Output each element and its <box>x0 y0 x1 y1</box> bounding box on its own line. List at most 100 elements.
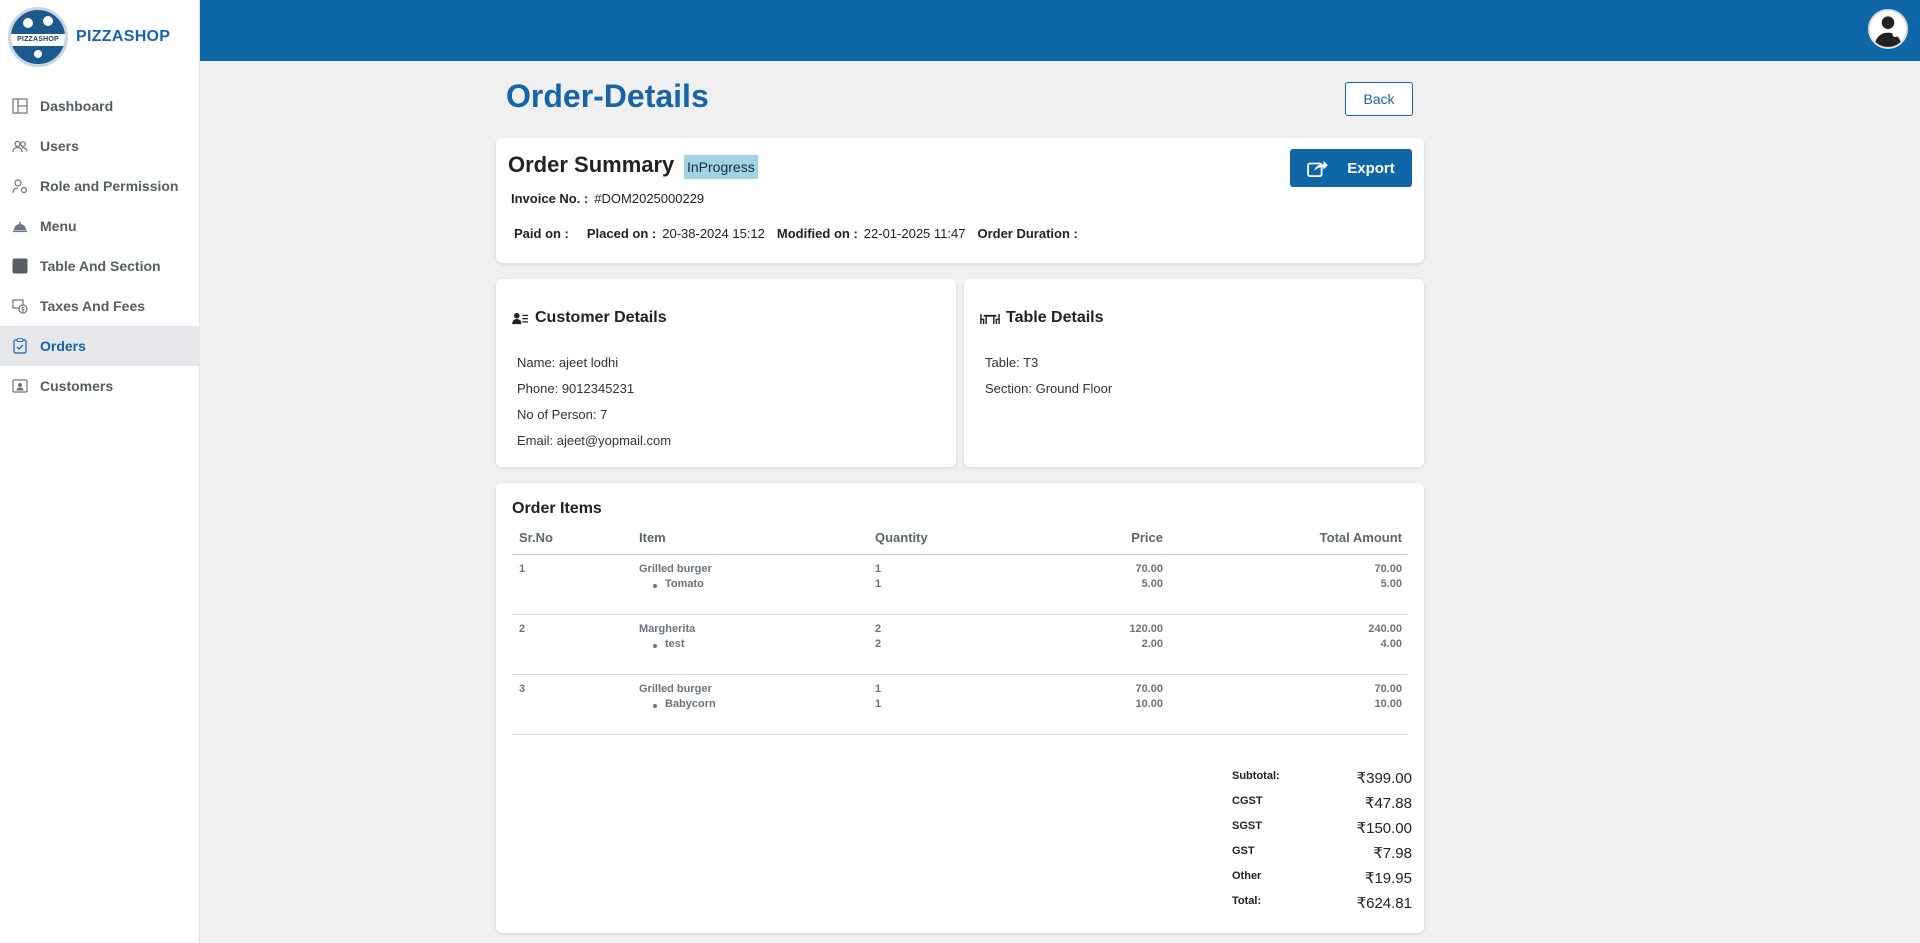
sidebar-nav: Dashboard Users Role and Permission Menu… <box>0 86 199 406</box>
sidebar-item-customers[interactable]: Customers <box>0 366 199 406</box>
total-cell: 70.00 10.00 <box>1163 674 1408 735</box>
quantity-cell: 11 <box>875 674 1035 735</box>
customer-name: Name: ajeet lodhi <box>517 355 619 370</box>
customer-card-icon <box>12 378 28 394</box>
sidebar-item-label: Role and Permission <box>40 178 179 194</box>
back-button[interactable]: Back <box>1345 82 1413 116</box>
modifier-name: Tomato <box>639 578 875 590</box>
item-price: 120.00 <box>1129 622 1163 635</box>
modifier-total: 5.00 <box>1380 577 1402 590</box>
sgst-value: ₹150.00 <box>1356 820 1412 837</box>
modified-on: Modified on : 22-01-2025 11:47 <box>777 226 966 241</box>
other-row: Other ₹19.95 <box>1232 869 1412 894</box>
customer-details-title: Customer Details <box>535 309 667 326</box>
brand[interactable]: PIZZASHOP PIZZASHOP <box>0 0 199 74</box>
col-quantity: Quantity <box>875 530 1035 555</box>
sidebar-item-role-and-permission[interactable]: Role and Permission <box>0 166 199 206</box>
role-permission-icon <box>12 178 28 194</box>
export-label: Export <box>1347 159 1395 177</box>
col-price: Price <box>1035 530 1163 555</box>
avatar[interactable] <box>1868 9 1908 49</box>
export-button[interactable]: Export <box>1290 149 1412 187</box>
sidebar-item-label: Orders <box>40 338 86 354</box>
col-total-amount: Total Amount <box>1163 530 1408 555</box>
item-qty: 1 <box>875 562 882 575</box>
sidebar-item-taxes-and-fees[interactable]: $ Taxes And Fees <box>0 286 199 326</box>
table-row: 1 Grilled burger Tomato 11 70.00 5.00 70.0… <box>512 554 1408 615</box>
sidebar-item-label: Table And Section <box>40 258 161 274</box>
col-sr-no: Sr.No <box>512 530 639 555</box>
modifier-total: 10.00 <box>1374 697 1402 710</box>
table-details-card: Table Details Table: T3 Section: Ground … <box>964 279 1424 467</box>
customer-phone: Phone: 9012345231 <box>517 381 635 396</box>
cgst-value: ₹47.88 <box>1364 795 1412 812</box>
modifier-price: 10.00 <box>1135 697 1163 710</box>
gst-row: GST ₹7.98 <box>1232 844 1412 869</box>
modifier-price: 5.00 <box>1141 577 1163 590</box>
sidebar-item-menu[interactable]: Menu <box>0 206 199 246</box>
item-qty: 2 <box>875 622 882 635</box>
cgst-row: CGST ₹47.88 <box>1232 794 1412 819</box>
cloche-icon <box>12 218 28 234</box>
cgst-label: CGST <box>1232 795 1263 807</box>
order-items-card: Order Items Sr.No Item Quantity Price To… <box>496 483 1424 933</box>
taxes-icon: $ <box>12 298 28 314</box>
table-details-heading: Table Details <box>980 309 1104 327</box>
page-title: Order-Details <box>506 78 709 114</box>
users-icon <box>12 138 28 154</box>
table-details-title: Table Details <box>1006 309 1104 326</box>
item-cell: Grilled burger Babycorn <box>639 674 875 735</box>
modifier-name: test <box>639 638 875 650</box>
brand-name: PIZZASHOP <box>76 28 171 45</box>
gst-label: GST <box>1232 845 1255 857</box>
other-label: Other <box>1232 870 1262 882</box>
sr-no: 1 <box>512 554 639 615</box>
price-cell: 70.00 10.00 <box>1035 674 1163 735</box>
subtotal-value: ₹399.00 <box>1356 770 1412 787</box>
status-badge: InProgress <box>684 155 758 179</box>
col-item: Item <box>639 530 875 555</box>
item-cell: Grilled burger Tomato <box>639 554 875 615</box>
customer-details-heading: Customer Details <box>512 309 667 327</box>
order-summary-title: Order Summary <box>508 152 675 177</box>
total-value: ₹624.81 <box>1356 895 1412 912</box>
sr-no: 3 <box>512 674 639 735</box>
dining-table-icon <box>980 313 1000 324</box>
item-name: Grilled burger <box>639 682 712 695</box>
sgst-label: SGST <box>1232 820 1262 832</box>
modifier-qty: 2 <box>875 637 882 650</box>
top-header <box>200 0 1920 61</box>
sidebar-item-orders[interactable]: Orders <box>0 326 199 366</box>
item-name: Grilled burger <box>639 562 712 575</box>
order-totals: Subtotal: ₹399.00 CGST ₹47.88 SGST ₹150.00 … <box>1232 769 1412 919</box>
sidebar-item-label: Taxes And Fees <box>40 298 146 314</box>
total-row: Total: ₹624.81 <box>1232 894 1412 919</box>
modifier-qty: 1 <box>875 577 882 590</box>
paid-on-label: Paid on : <box>514 226 569 241</box>
modifier-price: 2.00 <box>1141 637 1163 650</box>
sr-no: 2 <box>512 614 639 675</box>
table-info: Table: T3 Section: Ground Floor <box>985 355 1112 407</box>
sgst-row: SGST ₹150.00 <box>1232 819 1412 844</box>
table-section: Section: Ground Floor <box>985 381 1113 396</box>
order-items-title: Order Items <box>512 500 602 517</box>
placed-on-value: 20-38-2024 15:12 <box>662 226 765 241</box>
customer-list-icon <box>512 312 528 324</box>
customer-info: Name: ajeet lodhi Phone: 9012345231 No o… <box>517 355 671 459</box>
order-summary-card: Order Summary InProgress Invoice No. : #D… <box>496 138 1424 263</box>
item-price: 70.00 <box>1135 562 1163 575</box>
invoice-number: Invoice No. : #DOM2025000229 <box>511 191 704 206</box>
item-total: 70.00 <box>1374 682 1402 695</box>
placed-on: Placed on : 20-38-2024 15:12 <box>587 226 765 241</box>
modifier-name: Babycorn <box>639 698 875 710</box>
subtotal-row: Subtotal: ₹399.00 <box>1232 769 1412 794</box>
sidebar-item-table-and-section[interactable]: Table And Section <box>0 246 199 286</box>
total-cell: 70.00 5.00 <box>1163 554 1408 615</box>
sidebar-item-dashboard[interactable]: Dashboard <box>0 86 199 126</box>
price-cell: 120.00 2.00 <box>1035 614 1163 675</box>
table-header-row: Sr.No Item Quantity Price Total Amount <box>512 530 1408 555</box>
sidebar-item-users[interactable]: Users <box>0 126 199 166</box>
placed-on-label: Placed on : <box>586 226 657 241</box>
customer-persons: No of Person: 7 <box>517 407 608 422</box>
modifier-total: 4.00 <box>1380 637 1402 650</box>
